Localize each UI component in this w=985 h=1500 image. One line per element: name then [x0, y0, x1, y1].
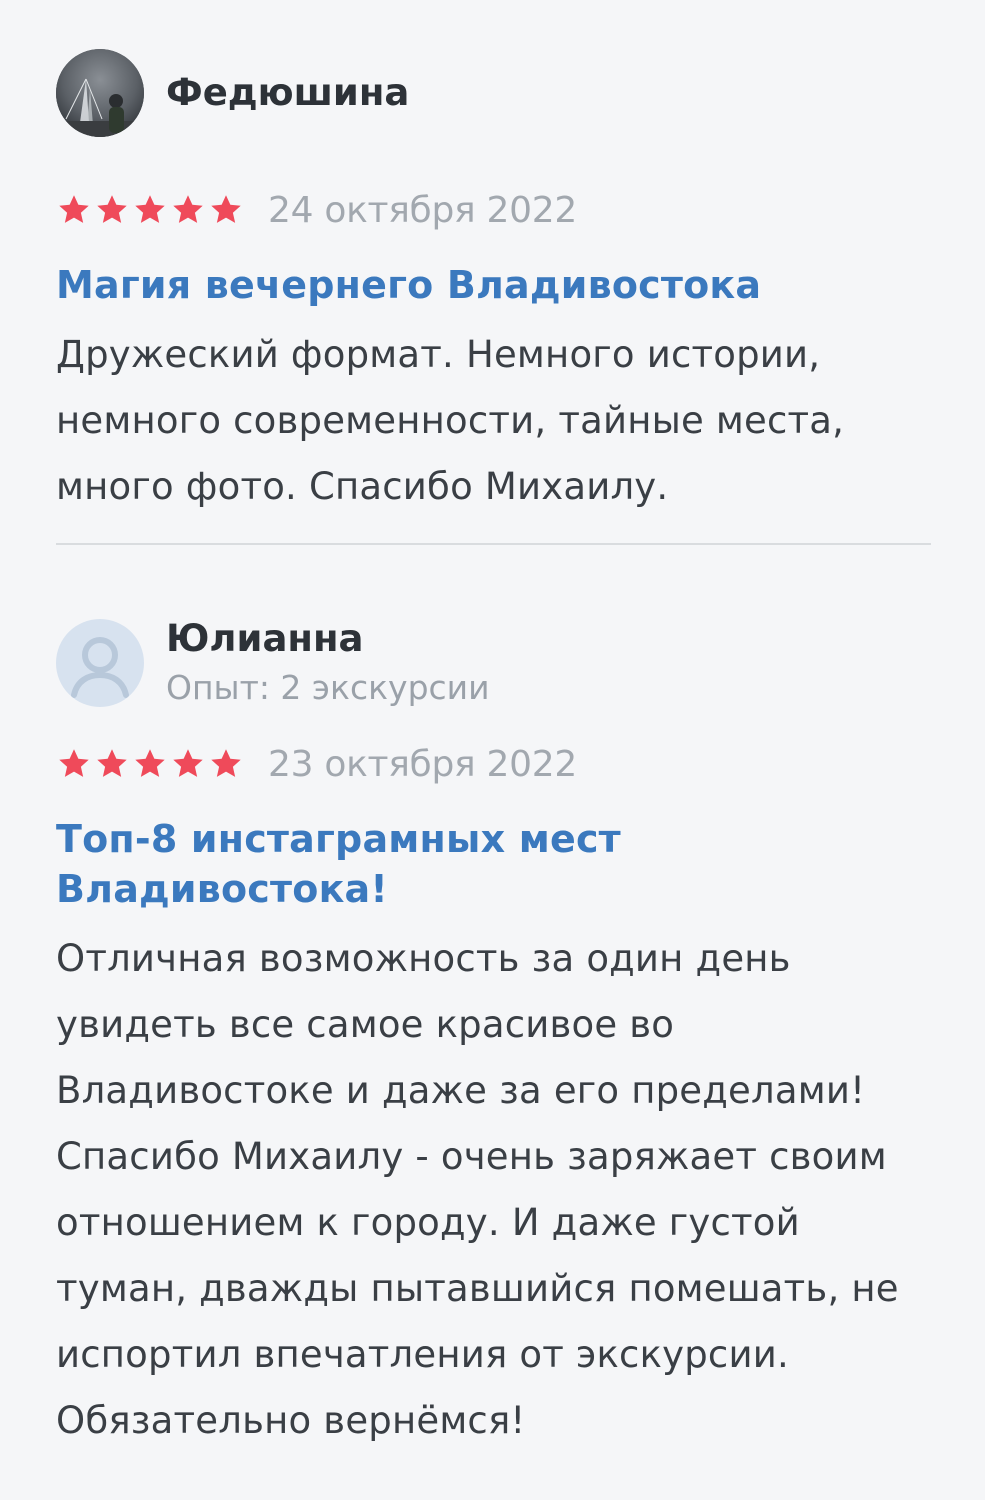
- avatar[interactable]: [56, 49, 144, 137]
- review-author: Федюшина: [56, 48, 936, 138]
- rating-row: 24 октября 2022: [56, 189, 936, 231]
- author-meta: Федюшина: [166, 71, 409, 115]
- author-experience: Опыт: 2 экскурсии: [166, 668, 490, 707]
- review-card: Юлианна Опыт: 2 экскурсии 23 октября 202…: [56, 617, 936, 1454]
- star-icon: [135, 749, 165, 777]
- review-date: 23 октября 2022: [268, 743, 577, 785]
- star-icon: [135, 195, 165, 223]
- star-rating: [56, 746, 244, 782]
- rating-row: 23 октября 2022: [56, 743, 936, 785]
- review-date: 24 октября 2022: [268, 189, 577, 231]
- star-icon: [97, 749, 127, 777]
- star-rating: [56, 192, 244, 228]
- author-name[interactable]: Федюшина: [166, 71, 409, 115]
- reviews-page: Федюшина 24 октября 2022 Магия вечернего…: [0, 0, 985, 1500]
- review-card: Федюшина 24 октября 2022 Магия вечернего…: [56, 48, 936, 520]
- star-icon: [59, 195, 89, 223]
- avatar-photo-image: [56, 49, 144, 137]
- review-text: Отличная возможность за один день увидет…: [56, 937, 899, 1442]
- star-icon: [97, 195, 127, 223]
- user-icon: [71, 637, 129, 698]
- avatar[interactable]: [56, 619, 144, 707]
- divider: [56, 543, 931, 545]
- star-icon: [173, 195, 203, 223]
- tour-title-link[interactable]: Топ-8 инстаграмных мест Владивостока!: [56, 814, 676, 914]
- star-icon: [59, 749, 89, 777]
- tour-title-link[interactable]: Магия вечернего Владивостока: [56, 260, 936, 310]
- star-icon: [173, 749, 203, 777]
- review-text: Дружеский формат. Немного истории, немно…: [56, 333, 845, 508]
- review-author: Юлианна Опыт: 2 экскурсии: [56, 617, 936, 709]
- star-icon: [211, 195, 241, 223]
- author-meta: Юлианна Опыт: 2 экскурсии: [166, 617, 490, 709]
- author-name[interactable]: Юлианна: [166, 617, 490, 661]
- star-icon: [211, 749, 241, 777]
